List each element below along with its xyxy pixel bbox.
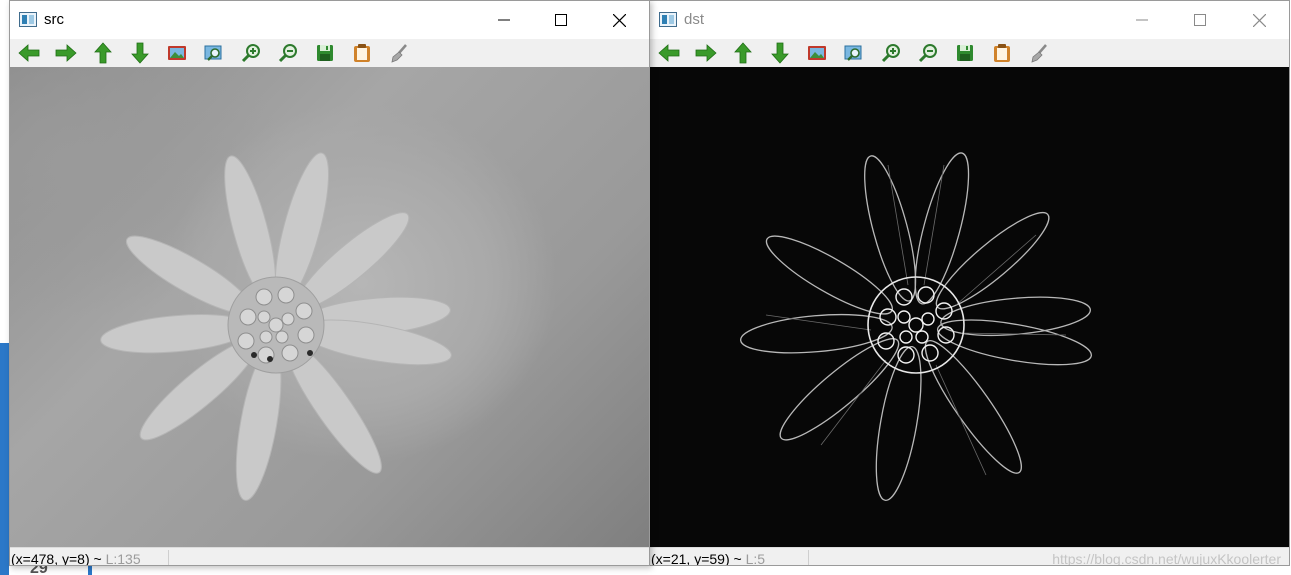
clipboard-icon [994,44,1010,62]
pan-down-button[interactable] [128,41,152,65]
window-title: dst [684,11,705,28]
minimize-button[interactable] [475,1,533,39]
pan-left-button[interactable] [17,41,41,65]
pan-right-button[interactable] [54,41,78,65]
minimize-button[interactable] [1113,1,1171,39]
dst-title-bar[interactable]: dst [650,1,1289,39]
dst-window[interactable]: dst (x=21, y=59) ~ L:5 https://blog.csdn… [649,0,1290,566]
src-toolbar [10,39,649,67]
blog-watermark: https://blog.csdn.net/wujuxKkoolerter [1052,551,1281,566]
src-window[interactable]: src (x=478, y=8) ~ L:135 [9,0,650,566]
src-title-bar[interactable]: src [10,1,649,39]
save-icon [317,45,333,61]
zoom-original-button[interactable] [165,41,189,65]
copy-button[interactable] [350,41,374,65]
status-readout: (x=478, y=8) ~ L:135 [11,551,141,566]
minimize-icon [498,19,510,21]
close-button[interactable] [1230,1,1288,39]
zoom-original-button[interactable] [805,41,829,65]
zoom-out-icon [918,44,937,63]
pixel-intensity: L:135 [105,551,141,566]
arrow-left-icon [658,44,680,62]
status-separator: ~ [93,551,102,566]
arrow-right-icon [695,44,717,62]
zoom-fit-icon [204,45,222,61]
properties-button[interactable] [1027,41,1051,65]
arrow-up-icon [734,42,752,64]
maximize-icon [555,14,567,26]
flower-grayscale-image [100,152,452,501]
status-readout: (x=21, y=59) ~ L:5 [651,551,766,566]
cursor-coordinates: (x=21, y=59) [651,551,730,566]
pan-up-button[interactable] [91,41,115,65]
pan-left-button[interactable] [657,41,681,65]
zoom-in-icon [881,44,900,63]
copy-button[interactable] [990,41,1014,65]
zoom-out-icon [278,44,297,63]
pan-right-button[interactable] [694,41,718,65]
zoom-out-button[interactable] [276,41,300,65]
dst-status-bar: (x=21, y=59) ~ L:5 https://blog.csdn.net… [650,547,1289,566]
arrow-down-icon [131,42,149,64]
close-icon [1252,13,1266,27]
status-separator: ~ [733,551,742,566]
maximize-icon [1194,14,1206,26]
desktop-accent [88,566,92,575]
zoom-in-icon [241,44,260,63]
properties-button[interactable] [387,41,411,65]
status-divider [808,550,809,565]
flower-edge-image [740,152,1093,502]
close-button[interactable] [590,1,648,39]
save-button[interactable] [313,41,337,65]
arrow-up-icon [94,42,112,64]
status-divider [168,550,169,565]
zoom-in-button[interactable] [879,41,903,65]
zoom-fit-icon [844,45,862,61]
zoom-in-button[interactable] [239,41,263,65]
zoom-fit-button[interactable] [202,41,226,65]
picture-icon [168,46,186,60]
dst-toolbar [650,39,1289,67]
zoom-out-button[interactable] [916,41,940,65]
maximize-button[interactable] [1171,1,1229,39]
app-window-icon [659,12,677,27]
pixel-intensity: L:5 [745,551,766,566]
arrow-left-icon [18,44,40,62]
pan-down-button[interactable] [768,41,792,65]
arrow-down-icon [771,42,789,64]
brush-icon [1031,44,1047,63]
window-title: src [44,11,64,28]
src-image-canvas[interactable] [10,67,649,547]
clipboard-icon [354,44,370,62]
brush-icon [391,44,407,63]
src-status-bar: (x=478, y=8) ~ L:135 [10,547,649,566]
arrow-right-icon [55,44,77,62]
dst-image-canvas[interactable] [650,67,1289,547]
desktop-taskbar-edge [0,343,9,575]
close-icon [612,13,626,27]
save-button[interactable] [953,41,977,65]
zoom-fit-button[interactable] [842,41,866,65]
picture-icon [808,46,826,60]
cursor-coordinates: (x=478, y=8) [11,551,90,566]
save-icon [957,45,973,61]
maximize-button[interactable] [532,1,590,39]
app-window-icon [19,12,37,27]
minimize-icon [1136,19,1148,21]
pan-up-button[interactable] [731,41,755,65]
